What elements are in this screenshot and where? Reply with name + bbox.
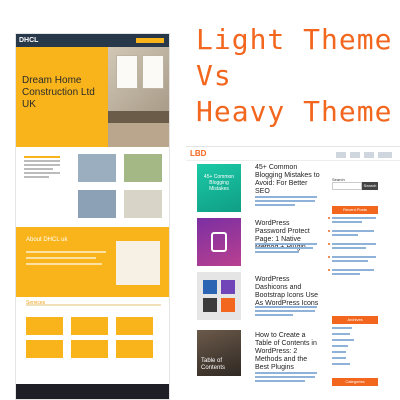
post-thumbnail[interactable]: 45+ Common Blogging Mistakes xyxy=(197,164,241,212)
recent-post-link[interactable] xyxy=(332,217,376,219)
service-card[interactable] xyxy=(116,340,153,358)
recent-post-link[interactable] xyxy=(332,269,374,271)
post-excerpt-line xyxy=(255,196,317,198)
recent-post-link[interactable] xyxy=(332,260,368,262)
about-text-line xyxy=(26,257,96,259)
about-image xyxy=(116,241,160,285)
post-thumb-text: 45+ Common Blogging Mistakes xyxy=(203,174,235,192)
recent-post-link[interactable] xyxy=(332,273,360,275)
hero-window xyxy=(116,55,138,89)
headline-line-2: Vs xyxy=(196,59,232,92)
nav-link[interactable] xyxy=(364,152,374,158)
hero-title: Dream Home Construction Ltd UK xyxy=(22,75,95,110)
archive-link[interactable] xyxy=(332,339,354,341)
recent-posts-heading: Recent Posts xyxy=(332,206,378,214)
heavy-site-header: DHCL xyxy=(16,34,169,47)
nav-link[interactable] xyxy=(350,152,360,158)
archive-link[interactable] xyxy=(332,345,348,347)
recent-post-link[interactable] xyxy=(332,230,374,232)
post-thumbnail[interactable] xyxy=(197,272,241,320)
heavy-site-hero: Dream Home Construction Ltd UK xyxy=(16,47,169,147)
intro-text xyxy=(24,156,60,180)
project-image[interactable] xyxy=(78,154,116,182)
post-excerpt-line xyxy=(255,314,293,316)
recent-post-link[interactable] xyxy=(332,234,358,236)
archive-link[interactable] xyxy=(332,327,352,329)
hero-counter xyxy=(108,111,169,123)
service-card[interactable] xyxy=(116,317,153,335)
heavy-site-contact-button[interactable] xyxy=(136,38,164,43)
archives-heading: Archives xyxy=(332,316,378,324)
bullet-icon xyxy=(328,243,330,245)
nav-link[interactable] xyxy=(336,152,346,158)
heavy-site-logo[interactable]: DHCL xyxy=(19,36,38,45)
recent-post-link[interactable] xyxy=(332,256,376,258)
archive-link[interactable] xyxy=(332,351,346,353)
post-excerpt-line xyxy=(255,251,299,253)
nav-link[interactable] xyxy=(378,152,392,158)
archive-link[interactable] xyxy=(332,363,350,365)
post-excerpt-line xyxy=(255,380,305,382)
services-divider xyxy=(26,304,161,306)
hero-window xyxy=(142,55,164,89)
post-thumbnail[interactable] xyxy=(197,218,241,266)
service-card[interactable] xyxy=(26,317,63,335)
light-site-header: LBD xyxy=(186,147,400,161)
post-title[interactable]: WordPress Dashicons and Bootstrap Icons … xyxy=(255,276,321,308)
bullet-icon xyxy=(328,269,330,271)
headline-line-3: Heavy Theme xyxy=(196,95,393,128)
lock-icon xyxy=(211,232,227,252)
post-excerpt-line xyxy=(255,376,315,378)
hero-overlay: Dream Home Construction Ltd UK xyxy=(16,47,108,147)
post-excerpt-line xyxy=(255,204,295,206)
search-input[interactable] xyxy=(332,182,362,190)
about-heading: About DHCL uk xyxy=(26,237,68,243)
post-excerpt-line xyxy=(255,247,313,249)
project-image[interactable] xyxy=(124,154,162,182)
recent-post-link[interactable] xyxy=(332,243,376,245)
archive-link[interactable] xyxy=(332,357,346,359)
light-site-logo[interactable]: LBD xyxy=(190,149,206,159)
about-text-line xyxy=(26,251,106,253)
service-card[interactable] xyxy=(26,340,63,358)
headline: Light Theme Vs Heavy Theme xyxy=(196,22,396,130)
search-button[interactable]: Search xyxy=(362,182,378,190)
heavy-theme-screenshot: DHCL Dream Home Construction Ltd UK Abou… xyxy=(15,33,170,400)
about-section: About DHCL uk xyxy=(16,227,169,297)
wordpress-icon xyxy=(203,298,217,312)
hero-cabinets xyxy=(108,123,169,147)
post-excerpt-line xyxy=(255,310,315,312)
project-image[interactable] xyxy=(78,190,116,218)
project-gallery xyxy=(78,154,162,222)
post-title[interactable]: How to Create a Table of Contents in Wor… xyxy=(255,332,321,372)
post-title[interactable]: 45+ Common Blogging Mistakes to Avoid: F… xyxy=(255,164,321,196)
categories-heading: Categories xyxy=(332,378,378,386)
project-image[interactable] xyxy=(124,190,162,218)
bullet-icon xyxy=(328,217,330,219)
heavy-site-footer xyxy=(16,384,169,399)
post-excerpt-line xyxy=(255,200,315,202)
dashicon-icon xyxy=(203,280,217,294)
bullet-icon xyxy=(328,230,330,232)
post-excerpt-line xyxy=(255,243,317,245)
grid-icon xyxy=(221,298,235,312)
bullet-icon xyxy=(328,256,330,258)
archive-link[interactable] xyxy=(332,333,350,335)
about-text-line xyxy=(26,263,102,265)
service-card[interactable] xyxy=(71,340,108,358)
recent-post-link[interactable] xyxy=(332,221,362,223)
post-thumb-text: Table of Contents xyxy=(201,358,226,371)
bootstrap-icon xyxy=(221,280,235,294)
post-excerpt-line xyxy=(255,306,317,308)
post-thumbnail[interactable]: Table of Contents xyxy=(197,330,241,376)
post-excerpt-line xyxy=(255,372,317,374)
service-card[interactable] xyxy=(71,317,108,335)
recent-post-link[interactable] xyxy=(332,247,366,249)
headline-line-1: Light Theme xyxy=(196,23,393,56)
